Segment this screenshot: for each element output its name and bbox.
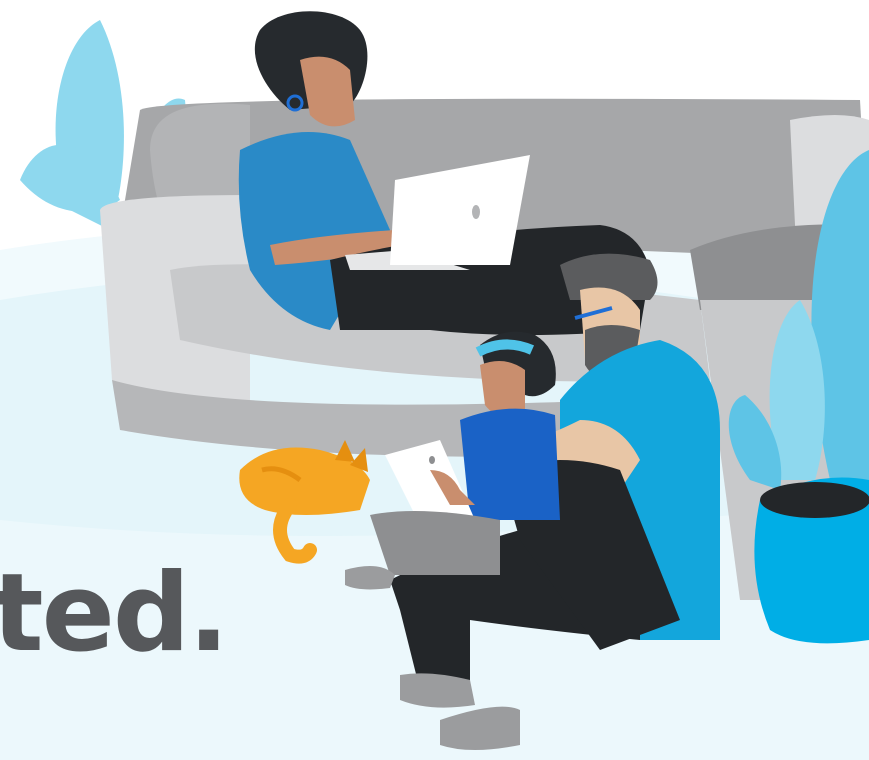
headline-text: ted. [0,551,229,676]
